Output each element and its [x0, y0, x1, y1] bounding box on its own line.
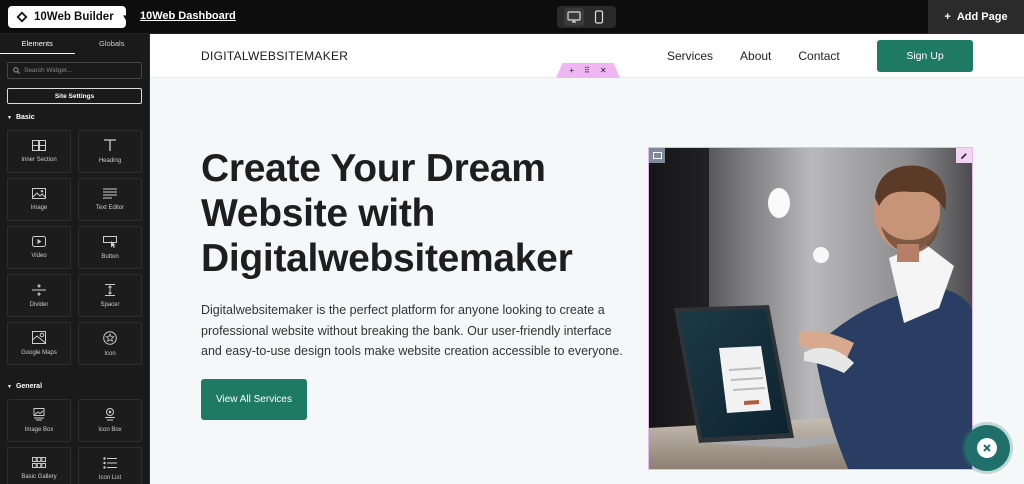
device-toggle	[557, 6, 616, 28]
page-canvas: DIGITALWEBSITEMAKER Services About Conta…	[150, 34, 1024, 484]
pencil-icon	[961, 152, 967, 159]
add-page-button[interactable]: + Add Page	[928, 0, 1024, 34]
widget-google-maps[interactable]: Google Maps	[7, 322, 71, 365]
widget-heading[interactable]: Heading	[78, 130, 142, 173]
widgets-sidebar: Elements Globals Site Settings ▼ Basic I…	[0, 34, 150, 484]
widget-image[interactable]: Image	[7, 178, 71, 221]
help-chat-button[interactable]	[964, 425, 1010, 471]
star-icon	[103, 330, 117, 345]
plus-icon: +	[944, 11, 951, 23]
nav-services[interactable]: Services	[667, 49, 713, 63]
tab-globals[interactable]: Globals	[75, 34, 150, 54]
section-layout-icon	[652, 152, 662, 159]
site-nav: Services About Contact	[667, 49, 840, 63]
widget-icon-box[interactable]: Icon Box	[78, 399, 142, 442]
hero-photo	[649, 148, 972, 469]
mobile-view-button[interactable]	[589, 8, 609, 26]
view-services-button[interactable]: View All Services	[201, 379, 307, 420]
widget-label: Inner Section	[21, 157, 57, 163]
section-basic-toggle[interactable]: ▼ Basic	[0, 114, 149, 121]
add-page-label: Add Page	[956, 11, 1008, 23]
general-widgets-grid: Image Box Icon Box Basic Gallery Icon Li…	[0, 399, 149, 484]
caret-down-icon: ▼	[7, 114, 12, 121]
desktop-view-button[interactable]	[563, 8, 584, 26]
image-box-icon	[33, 408, 45, 421]
widget-label: Video	[31, 253, 47, 259]
delete-section-icon[interactable]: ✕	[600, 66, 607, 75]
site-logo[interactable]: DIGITALWEBSITEMAKER	[201, 49, 348, 63]
video-icon	[32, 236, 46, 247]
widget-label: Google Maps	[21, 350, 57, 356]
top-bar: 10Web Builder ▼ 10Web Dashboard + Add Pa…	[0, 0, 1024, 34]
search-icon	[13, 67, 20, 74]
builder-logo-icon	[16, 11, 28, 23]
site-header: DIGITALWEBSITEMAKER Services About Conta…	[150, 34, 1024, 78]
widget-label: Basic Gallery	[21, 474, 57, 480]
caret-down-icon: ▼	[7, 383, 12, 390]
widget-video[interactable]: Video	[7, 226, 71, 269]
section-general-toggle[interactable]: ▼ General	[0, 383, 149, 390]
widget-icon[interactable]: Icon	[78, 322, 142, 365]
widget-spacer[interactable]: Spacer	[78, 274, 142, 317]
widget-label: Divider	[29, 301, 49, 308]
hero-image[interactable]	[648, 147, 973, 470]
builder-title: 10Web Builder	[34, 11, 114, 23]
widget-label: Icon	[104, 350, 116, 357]
mobile-icon	[595, 10, 604, 24]
widget-label: Image Box	[24, 427, 54, 433]
spacer-icon	[105, 283, 115, 296]
gallery-icon	[32, 457, 46, 468]
widget-label: Button	[101, 253, 119, 260]
add-section-icon[interactable]: +	[569, 66, 574, 75]
widget-label: Icon Box	[98, 427, 122, 433]
image-layout-toggle[interactable]	[649, 148, 665, 163]
icon-box-icon	[105, 408, 115, 421]
columns-icon	[32, 140, 46, 151]
widget-label: Heading	[98, 158, 122, 164]
close-chat-icon	[977, 438, 997, 458]
hero-description: Digitalwebsitemaker is the perfect platf…	[201, 303, 623, 358]
section-title: Basic	[15, 114, 35, 121]
widget-basic-gallery[interactable]: Basic Gallery	[7, 447, 71, 484]
widget-label: Spacer	[100, 301, 120, 308]
widget-label: Icon List	[98, 474, 122, 481]
divider-icon	[32, 283, 46, 296]
widget-text-editor[interactable]: Text Editor	[78, 178, 142, 221]
text-lines-icon	[103, 188, 117, 199]
button-click-icon	[103, 235, 117, 248]
image-edit-button[interactable]	[956, 148, 972, 163]
section-title: General	[15, 383, 43, 390]
widget-button[interactable]: Button	[78, 226, 142, 269]
nav-contact[interactable]: Contact	[798, 49, 839, 63]
widget-label: Image	[30, 205, 48, 211]
widget-inner-section[interactable]: Inner Section	[7, 130, 71, 173]
drag-handle-icon[interactable]: ⠿	[584, 66, 590, 75]
nav-about[interactable]: About	[740, 49, 771, 63]
sidebar-tabs: Elements Globals	[0, 34, 149, 54]
basic-widgets-grid: Inner Section Heading Image Text Editor …	[0, 130, 149, 365]
widget-image-box[interactable]: Image Box	[7, 399, 71, 442]
dashboard-link[interactable]: 10Web Dashboard	[140, 10, 236, 22]
tab-elements[interactable]: Elements	[0, 34, 75, 54]
list-icon	[103, 456, 117, 469]
signup-button[interactable]: Sign Up	[877, 40, 973, 72]
widget-search-input[interactable]	[24, 67, 134, 74]
heading-icon	[104, 139, 116, 151]
image-icon	[32, 188, 46, 199]
chevron-down-icon: ▼	[121, 12, 130, 22]
section-handle: + ⠿ ✕	[556, 63, 620, 78]
site-settings-button[interactable]: Site Settings	[7, 88, 142, 104]
widget-divider[interactable]: Divider	[7, 274, 71, 317]
widget-icon-list[interactable]: Icon List	[78, 447, 142, 484]
desktop-icon	[567, 11, 581, 23]
builder-menu-button[interactable]: 10Web Builder ▼	[8, 6, 130, 28]
widget-label: Text Editor	[95, 205, 125, 211]
widget-search	[7, 62, 142, 79]
map-icon	[32, 331, 46, 344]
hero-title: Create Your Dream Website with Digitalwe…	[201, 147, 573, 280]
